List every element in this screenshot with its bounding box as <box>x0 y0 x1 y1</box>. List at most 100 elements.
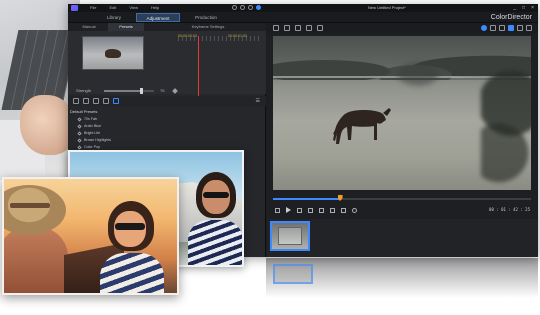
woman-figure <box>186 172 242 265</box>
next-frame-icon[interactable] <box>319 207 324 213</box>
list-item[interactable]: 70s Fab <box>77 116 198 123</box>
preset-thumbnail[interactable] <box>82 36 144 70</box>
man-figure <box>4 227 68 293</box>
close-button[interactable]: × <box>531 4 534 12</box>
prev-frame-icon[interactable] <box>308 207 313 213</box>
view-toggles <box>481 25 532 31</box>
settings-icon[interactable] <box>232 5 237 10</box>
stop-icon[interactable] <box>297 207 302 213</box>
cloud-preset-icon[interactable] <box>113 98 119 104</box>
menu-file[interactable]: File <box>90 4 96 12</box>
adjustment-subtabs: Manual Presets Keyframe Settings <box>68 23 266 31</box>
volume-icon[interactable] <box>352 207 357 213</box>
tab-library[interactable]: Library <box>92 13 136 22</box>
mode-bar: Library Adjustment Production ColorDirec… <box>68 12 538 23</box>
hand-photo <box>20 95 75 155</box>
strength-control: Strength 75 <box>76 87 266 95</box>
list-item[interactable]: Bright Life <box>77 130 198 137</box>
rotate-icon[interactable] <box>93 98 99 104</box>
preset-icon <box>77 124 82 129</box>
sunglasses <box>203 192 229 198</box>
cloud-icon[interactable] <box>256 5 261 10</box>
subtab-manual[interactable]: Manual <box>74 23 104 31</box>
preset-icon <box>77 117 82 122</box>
grid-view-icon[interactable] <box>517 25 523 31</box>
preset-label: Bright Life <box>84 131 101 135</box>
list-item[interactable]: Brown Highlights <box>77 137 198 144</box>
strength-knob[interactable] <box>140 88 143 94</box>
menu-view[interactable]: View <box>129 4 138 12</box>
video-clip-thumbnail[interactable] <box>270 221 310 251</box>
single-view-icon[interactable] <box>508 25 514 31</box>
strength-slider[interactable] <box>104 88 154 94</box>
clip-track <box>267 219 538 257</box>
preview-panel: 00 : 01 : 42 : 25 <box>267 23 538 257</box>
brush-icon[interactable] <box>284 25 290 31</box>
strength-label: Strength <box>76 88 92 93</box>
menu-edit[interactable]: Edit <box>109 4 116 12</box>
striped-shirt <box>188 220 242 265</box>
side-by-side-icon[interactable] <box>499 25 505 31</box>
strength-value: 75 <box>160 88 165 93</box>
delete-icon[interactable] <box>317 25 323 31</box>
preset-preview-area: 00:00:00:00 00:00:01:00 Strength 75 <box>68 31 266 99</box>
import-preset-icon[interactable] <box>73 98 79 104</box>
title-bar: File Edit View Help New Untitled Project… <box>68 4 538 12</box>
skip-back-icon[interactable] <box>275 207 280 213</box>
scrub-playhead[interactable] <box>337 195 343 201</box>
marketing-composite: File Edit View Help New Untitled Project… <box>0 0 540 315</box>
preset-icon <box>77 131 82 136</box>
preset-icon <box>77 138 82 143</box>
before-after-icon[interactable] <box>481 25 487 31</box>
keyframe-time-start: 00:00:00:00 <box>178 34 197 38</box>
subtab-presets[interactable]: Presets <box>108 23 144 31</box>
foliage-photo <box>383 54 453 94</box>
crop-icon[interactable] <box>273 25 279 31</box>
minimize-button[interactable]: _ <box>513 4 516 12</box>
straw-hat <box>4 185 66 235</box>
preset-label: Arctic Blue <box>84 124 102 128</box>
woman-figure <box>100 201 164 293</box>
clip-frame <box>278 227 302 245</box>
hat-band <box>10 203 50 208</box>
keyframe-diamond-icon[interactable] <box>172 88 178 94</box>
skip-forward-icon[interactable] <box>330 207 335 213</box>
title-icons <box>232 5 261 10</box>
strength-fill <box>104 90 142 92</box>
clip-reflection <box>273 264 313 284</box>
redo-icon[interactable] <box>248 5 253 10</box>
gradient-icon[interactable] <box>295 25 301 31</box>
split-view-icon[interactable] <box>490 25 496 31</box>
foreground-foliage-photo <box>481 66 531 190</box>
subtab-keyframe-settings[interactable]: Keyframe Settings <box>178 23 238 31</box>
list-item[interactable]: Arctic Blue <box>77 123 198 130</box>
timecode-display: 00 : 01 : 42 : 25 <box>489 207 530 212</box>
preset-label: Brown Highlights <box>84 138 111 142</box>
project-title: New Untitled Project* <box>368 5 406 10</box>
export-preset-icon[interactable] <box>83 98 89 104</box>
preset-group-header[interactable]: Default Presets <box>70 109 97 114</box>
preview-scrubber[interactable] <box>273 195 531 202</box>
compare-icon[interactable] <box>103 98 109 104</box>
horse-thumbnail-figure <box>105 49 121 58</box>
striped-shirt <box>100 253 164 293</box>
play-icon[interactable] <box>286 207 291 213</box>
zoom-icon[interactable] <box>526 25 532 31</box>
maximize-button[interactable]: □ <box>522 4 525 12</box>
scrub-progress <box>273 198 341 200</box>
keyframe-timeline[interactable]: 00:00:00:00 00:00:01:00 <box>178 34 260 99</box>
undo-icon[interactable] <box>240 5 245 10</box>
menu-bar: File Edit View Help <box>90 4 159 12</box>
tab-production[interactable]: Production <box>184 13 228 22</box>
sunglasses <box>115 223 145 230</box>
preset-icon <box>77 145 82 150</box>
keyframe-time-end: 00:00:01:00 <box>228 34 247 38</box>
window-controls: _ □ × <box>513 4 534 12</box>
video-preview[interactable] <box>273 36 531 190</box>
list-menu-icon[interactable]: ☰ <box>256 98 260 104</box>
radial-icon[interactable] <box>306 25 312 31</box>
menu-help[interactable]: Help <box>151 4 159 12</box>
preset-label: 70s Fab <box>84 117 97 121</box>
fullscreen-icon[interactable] <box>341 207 346 213</box>
tab-adjustment[interactable]: Adjustment <box>136 13 180 22</box>
